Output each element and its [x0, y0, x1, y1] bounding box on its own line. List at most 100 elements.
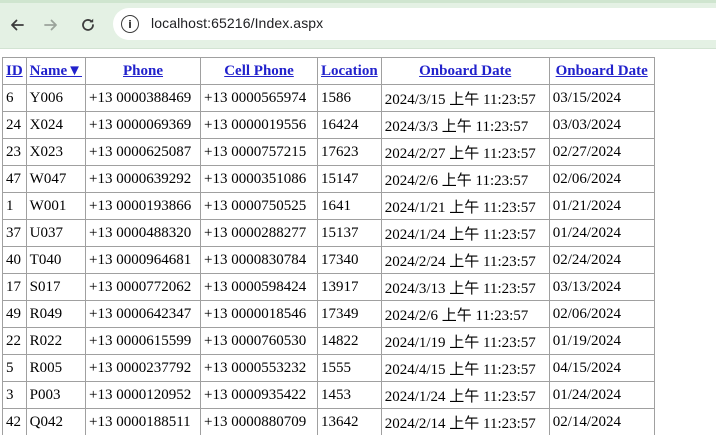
sort-name-link[interactable]: Name▼	[30, 63, 82, 79]
id-cell: 49	[2, 300, 27, 328]
id-cell: 23	[2, 138, 27, 166]
forward-button[interactable]	[38, 12, 64, 38]
onboard-date-cell: 2024/1/24 上午 11:23:57	[380, 381, 550, 409]
phone-cell: +13 0000237792	[85, 354, 202, 382]
id-cell: 42	[2, 408, 27, 435]
table-row: 42 Q042 +13 0000188511 +13 0000880709 13642 2…	[2, 408, 655, 435]
onboard-date-cell: 2024/2/27 上午 11:23:57	[380, 138, 550, 166]
reload-icon	[80, 17, 96, 33]
column-header-cell-phone: Cell Phone	[200, 57, 319, 85]
location-cell: 1453	[317, 381, 382, 409]
onboard-date-short-cell: 03/15/2024	[548, 84, 655, 112]
phone-cell: +13 0000388469	[85, 84, 202, 112]
cell-phone-cell: +13 0000830784	[200, 246, 319, 274]
name-cell: R049	[25, 300, 87, 328]
onboard-date-cell: 2024/2/14 上午 11:23:57	[380, 408, 550, 435]
id-cell: 5	[2, 354, 27, 382]
name-cell: Y006	[25, 84, 87, 112]
phone-cell: +13 0000069369	[85, 111, 202, 139]
onboard-date-cell: 2024/1/21 上午 11:23:57	[380, 192, 550, 220]
sort-onboard-date-link[interactable]: Onboard Date	[419, 63, 511, 79]
phone-cell: +13 0000772062	[85, 273, 202, 301]
onboard-date-short-cell: 02/24/2024	[548, 246, 655, 274]
name-cell: Q042	[25, 408, 87, 435]
onboard-date-short-cell: 03/13/2024	[548, 273, 655, 301]
address-bar[interactable]: i localhost:65216/Index.aspx	[113, 8, 716, 40]
cell-phone-cell: +13 0000288277	[200, 219, 319, 247]
name-cell: S017	[25, 273, 87, 301]
id-cell: 37	[2, 219, 27, 247]
id-cell: 47	[2, 165, 27, 193]
onboard-date-short-cell: 04/15/2024	[548, 354, 655, 382]
id-cell: 40	[2, 246, 27, 274]
column-header-id: ID	[2, 57, 27, 85]
phone-cell: +13 0000615599	[85, 327, 202, 355]
column-header-location: Location	[317, 57, 382, 85]
onboard-date-cell: 2024/2/6 上午 11:23:57	[380, 300, 550, 328]
column-header-onboard-date: Onboard Date	[380, 57, 550, 85]
phone-cell: +13 0000625087	[85, 138, 202, 166]
location-cell: 17340	[317, 246, 382, 274]
sort-id-link[interactable]: ID	[6, 63, 23, 79]
data-grid: ID Name▼ Phone Cell Phone Location Onboa…	[2, 57, 655, 435]
onboard-date-cell: 2024/3/3 上午 11:23:57	[380, 111, 550, 139]
phone-cell: +13 0000642347	[85, 300, 202, 328]
id-cell: 6	[2, 84, 27, 112]
sort-onboard-date-short-link[interactable]: Onboard Date	[556, 63, 648, 79]
name-cell: R022	[25, 327, 87, 355]
phone-cell: +13 0000639292	[85, 165, 202, 193]
name-cell: P003	[25, 381, 87, 409]
table-row: 37 U037 +13 0000488320 +13 0000288277 15137 2…	[2, 219, 655, 247]
sort-location-link[interactable]: Location	[321, 63, 378, 79]
location-cell: 13917	[317, 273, 382, 301]
column-header-phone: Phone	[85, 57, 202, 85]
id-cell: 1	[2, 192, 27, 220]
cell-phone-cell: +13 0000757215	[200, 138, 319, 166]
table-row: 40 T040 +13 0000964681 +13 0000830784 17340 2…	[2, 246, 655, 274]
back-button[interactable]	[4, 12, 30, 38]
location-cell: 1586	[317, 84, 382, 112]
id-cell: 24	[2, 111, 27, 139]
onboard-date-cell: 2024/2/24 上午 11:23:57	[380, 246, 550, 274]
cell-phone-cell: +13 0000553232	[200, 354, 319, 382]
onboard-date-cell: 2024/4/15 上午 11:23:57	[380, 354, 550, 382]
onboard-date-short-cell: 01/21/2024	[548, 192, 655, 220]
browser-toolbar: i localhost:65216/Index.aspx	[0, 0, 716, 49]
phone-cell: +13 0000193866	[85, 192, 202, 220]
table-row: 22 R022 +13 0000615599 +13 0000760530 14822 2…	[2, 327, 655, 355]
onboard-date-cell: 2024/1/24 上午 11:23:57	[380, 219, 550, 247]
site-info-icon[interactable]: i	[121, 15, 139, 33]
id-cell: 22	[2, 327, 27, 355]
phone-cell: +13 0000120952	[85, 381, 202, 409]
phone-cell: +13 0000488320	[85, 219, 202, 247]
table-row: 5 R005 +13 0000237792 +13 0000553232 1555 202…	[2, 354, 655, 382]
cell-phone-cell: +13 0000880709	[200, 408, 319, 435]
table-row: 24 X024 +13 0000069369 +13 0000019556 16424 2…	[2, 111, 655, 139]
url-text[interactable]: localhost:65216/Index.aspx	[151, 15, 323, 31]
location-cell: 1555	[317, 354, 382, 382]
name-cell: X024	[25, 111, 87, 139]
location-cell: 17349	[317, 300, 382, 328]
onboard-date-short-cell: 03/03/2024	[548, 111, 655, 139]
cell-phone-cell: +13 0000351086	[200, 165, 319, 193]
table-row: 23 X023 +13 0000625087 +13 0000757215 17623 2…	[2, 138, 655, 166]
page-content: ID Name▼ Phone Cell Phone Location Onboa…	[0, 49, 716, 435]
cell-phone-cell: +13 0000750525	[200, 192, 319, 220]
onboard-date-cell: 2024/2/6 上午 11:23:57	[380, 165, 550, 193]
cell-phone-cell: +13 0000598424	[200, 273, 319, 301]
table-row: 6 Y006 +13 0000388469 +13 0000565974 1586 202…	[2, 84, 655, 112]
name-cell: X023	[25, 138, 87, 166]
name-cell: U037	[25, 219, 87, 247]
sort-phone-link[interactable]: Phone	[123, 63, 163, 79]
tab-strip-edge	[0, 0, 716, 3]
reload-button[interactable]	[75, 12, 101, 38]
sort-cell-phone-link[interactable]: Cell Phone	[224, 63, 294, 79]
header-row: ID Name▼ Phone Cell Phone Location Onboa…	[2, 57, 655, 85]
onboard-date-short-cell: 02/14/2024	[548, 408, 655, 435]
location-cell: 1641	[317, 192, 382, 220]
location-cell: 13642	[317, 408, 382, 435]
table-body: 6 Y006 +13 0000388469 +13 0000565974 1586 202…	[2, 84, 655, 435]
onboard-date-cell: 2024/3/15 上午 11:23:57	[380, 84, 550, 112]
id-cell: 3	[2, 381, 27, 409]
onboard-date-short-cell: 02/27/2024	[548, 138, 655, 166]
